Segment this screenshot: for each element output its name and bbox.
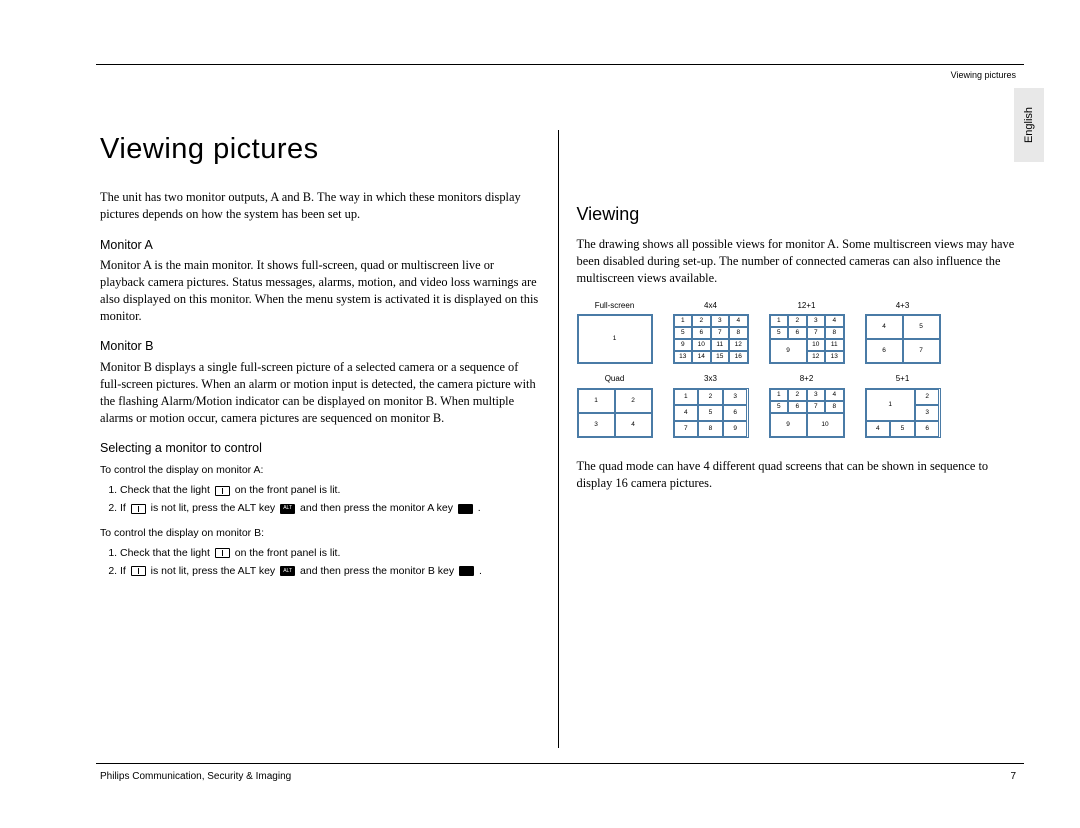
control-b-steps: Check that the light on the front panel … <box>100 546 540 578</box>
label-8p2: 8+2 <box>800 374 814 385</box>
control-a-lead: To control the display on monitor A: <box>100 463 540 477</box>
top-rule <box>96 64 1024 65</box>
diagram-4x4: 4x4 12345678910111213141516 <box>673 301 749 365</box>
diagram-fullscreen: Full-screen 1 <box>577 301 653 365</box>
language-tab: English <box>1014 88 1044 162</box>
bottom-rule <box>96 763 1024 764</box>
diagram-8p2: 8+2 1234 5678 910 <box>769 374 845 438</box>
diagram-quad: Quad 1234 <box>577 374 653 438</box>
monitor-b-text: Monitor B displays a single full-screen … <box>100 359 540 426</box>
running-header: Viewing pictures <box>951 70 1016 80</box>
monitor-a-icon <box>215 486 230 496</box>
page-title: Viewing pictures <box>100 130 540 169</box>
label-fullscreen: Full-screen <box>595 301 635 312</box>
step-a2: If is not lit, press the ALT key ALT and… <box>120 501 540 515</box>
viewing-intro: The drawing shows all possible views for… <box>577 236 1017 286</box>
monitor-b-key-icon <box>459 566 474 576</box>
monitor-b-heading: Monitor B <box>100 338 540 355</box>
label-4x4: 4x4 <box>704 301 717 312</box>
quad-note: The quad mode can have 4 different quad … <box>577 458 1017 491</box>
column-left: Viewing pictures The unit has two monito… <box>100 130 558 748</box>
label-3x3: 3x3 <box>704 374 717 385</box>
page-number: 7 <box>1010 771 1016 782</box>
diagram-4p3: 4+3 45 67 <box>865 301 941 365</box>
diagram-12p1: 12+1 1234 5678 91011 1213 <box>769 301 845 365</box>
intro-paragraph: The unit has two monitor outputs, A and … <box>100 189 540 222</box>
label-12p1: 12+1 <box>797 301 815 312</box>
step-b1: Check that the light on the front panel … <box>120 546 540 560</box>
label-4p3: 4+3 <box>896 301 910 312</box>
control-b-lead: To control the display on monitor B: <box>100 526 540 540</box>
label-5p1: 5+1 <box>896 374 910 385</box>
diagram-3x3: 3x3 123456789 <box>673 374 749 438</box>
alt-key-icon: ALT <box>280 566 295 576</box>
step-b2: If is not lit, press the ALT key ALT and… <box>120 564 540 578</box>
monitor-b-icon <box>131 566 146 576</box>
monitor-a-icon <box>131 504 146 514</box>
monitor-a-key-icon <box>458 504 473 514</box>
alt-key-icon: ALT <box>280 504 295 514</box>
viewing-heading: Viewing <box>577 202 1017 226</box>
monitor-b-icon <box>215 548 230 558</box>
step-a1: Check that the light on the front panel … <box>120 483 540 497</box>
monitor-a-text: Monitor A is the main monitor. It shows … <box>100 257 540 324</box>
manual-page: Viewing pictures English Viewing picture… <box>0 0 1080 828</box>
selecting-heading: Selecting a monitor to control <box>100 440 540 457</box>
language-label: English <box>1023 107 1035 143</box>
monitor-a-heading: Monitor A <box>100 237 540 254</box>
column-right: Viewing The drawing shows all possible v… <box>558 130 1017 748</box>
footer-brand: Philips Communication, Security & Imagin… <box>100 771 291 782</box>
label-quad: Quad <box>605 374 625 385</box>
layout-diagrams: Full-screen 1 4x4 1234567891011121314151… <box>577 301 1017 439</box>
content-columns: Viewing pictures The unit has two monito… <box>100 130 1016 748</box>
control-a-steps: Check that the light on the front panel … <box>100 483 540 515</box>
diagram-5p1: 5+1 123 456 <box>865 374 941 438</box>
